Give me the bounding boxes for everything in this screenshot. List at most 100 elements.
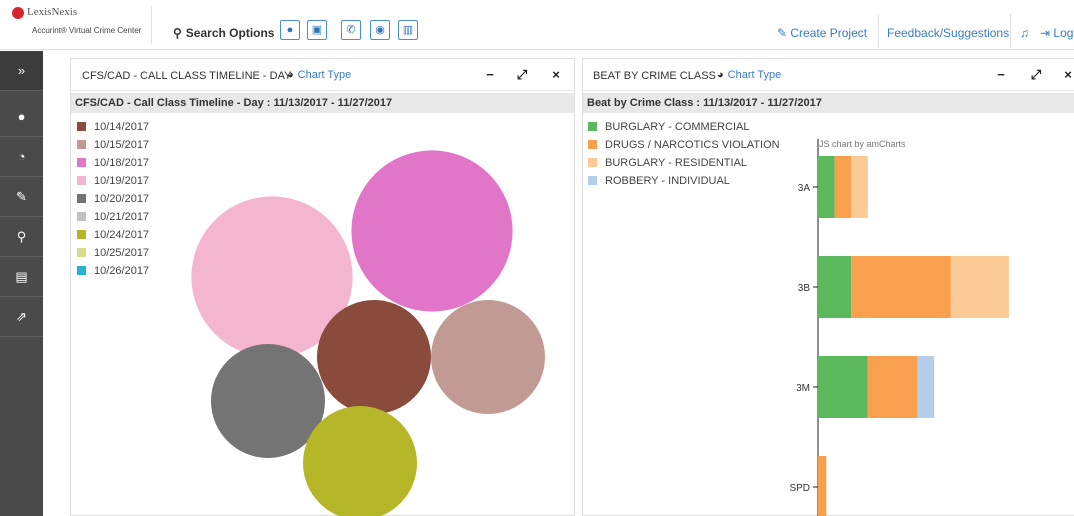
legend-label: 10/19/2017 (94, 175, 150, 187)
create-project-label: Create Project (790, 26, 868, 40)
panel-subtitle: CFS/CAD - Call Class Timeline - Day : 11… (71, 93, 574, 113)
legend-label: 10/15/2017 (94, 139, 150, 151)
legend-label: ROBBERY - INDIVIDUAL (605, 175, 730, 187)
bar-segment[interactable] (818, 356, 868, 418)
create-project-link[interactable]: ✎ Create Project (777, 26, 867, 40)
legend-swatch (77, 122, 86, 131)
bubble-10-15-2017[interactable] (431, 300, 545, 414)
bar-segment[interactable] (818, 256, 852, 318)
close-icon[interactable]: × (549, 67, 563, 82)
legend-item[interactable]: 10/19/2017 (77, 175, 149, 193)
legend-item[interactable]: 10/18/2017 (77, 157, 149, 175)
search-icon: ⚲ (173, 26, 182, 40)
panel-header: CFS/CAD - CALL CLASS TIMELINE - DAY ◕ Cha… (71, 59, 574, 91)
top-bar: LexisNexis Accurint® Virtual Crime Cente… (0, 0, 1074, 50)
bubble-10-24-2017[interactable] (303, 406, 417, 516)
y-tick-label: SPD (789, 483, 810, 494)
legend-swatch (77, 158, 86, 167)
legend-swatch (588, 176, 597, 185)
chart-type-button[interactable]: ◕ Chart Type (287, 69, 351, 81)
legend-label: 10/21/2017 (94, 211, 150, 223)
person-search-icon[interactable]: ● (280, 20, 300, 40)
legend-swatch (77, 140, 86, 149)
bubble-10-14-2017[interactable] (317, 300, 431, 414)
minimize-icon[interactable]: − (483, 67, 497, 82)
legend-swatch (77, 248, 86, 257)
edit-icon[interactable]: ✎ (0, 177, 43, 217)
legend-label: 10/24/2017 (94, 229, 150, 241)
minimize-icon[interactable]: − (994, 67, 1008, 82)
call-class-timeline-panel: CFS/CAD - CALL CLASS TIMELINE - DAY ◕ Cha… (70, 58, 575, 516)
legend-swatch (77, 212, 86, 221)
close-icon[interactable]: × (1061, 67, 1074, 82)
bubble-10-20-2017[interactable] (211, 344, 325, 458)
logo-mark-icon (12, 7, 24, 19)
legend-swatch (588, 158, 597, 167)
logout-label: Log (1053, 26, 1074, 40)
person-icon[interactable]: ● (0, 97, 43, 137)
expand-icon[interactable]: ⤢ (1029, 67, 1043, 83)
legend-item[interactable]: 10/20/2017 (77, 193, 149, 211)
bar-segment[interactable] (818, 156, 835, 218)
logout-icon: ⇥ (1040, 26, 1054, 40)
search-icon[interactable]: ⚲ (0, 217, 43, 257)
external-link-icon[interactable]: ⇗ (0, 297, 43, 337)
bar-segment[interactable] (851, 156, 868, 218)
legend-item[interactable]: 10/14/2017 (77, 121, 149, 139)
dashboard-icon[interactable]: ◔ (0, 137, 43, 177)
divider (878, 14, 879, 48)
phone-search-icon[interactable]: ✆ (341, 20, 361, 40)
bubble-10-19-2017[interactable] (191, 196, 353, 358)
app-logo[interactable]: LexisNexis Accurint® Virtual Crime Cente… (10, 6, 152, 44)
badge-search-icon[interactable]: ◉ (370, 20, 390, 40)
panel-subtitle: Beat by Crime Class : 11/13/2017 - 11/27… (583, 93, 1074, 113)
legend-item[interactable]: ROBBERY - INDIVIDUAL (588, 175, 780, 193)
bar-segment[interactable] (851, 256, 951, 318)
chart-type-button[interactable]: ◕ Chart Type (717, 69, 781, 81)
legend-item[interactable]: BURGLARY - RESIDENTIAL (588, 157, 780, 175)
edit-icon: ✎ (777, 26, 791, 40)
logout-link[interactable]: ⇥ Log (1040, 26, 1073, 40)
bar-segment[interactable] (950, 256, 1009, 318)
bar-segment[interactable] (818, 456, 827, 516)
legend-label: 10/26/2017 (94, 265, 150, 277)
search-options-button[interactable]: ⚲ Search Options (173, 26, 274, 40)
legend-swatch (588, 140, 597, 149)
legend-label: DRUGS / NARCOTICS VIOLATION (605, 139, 780, 151)
legend-item[interactable]: 10/26/2017 (77, 265, 149, 283)
bar-segment[interactable] (917, 356, 935, 418)
expand-icon[interactable]: » (0, 51, 43, 91)
legend-item[interactable]: 10/21/2017 (77, 211, 149, 229)
divider (1010, 14, 1011, 48)
bubble-10-18-2017[interactable] (351, 150, 513, 312)
vehicle-search-icon[interactable]: ▣ (307, 20, 327, 40)
document-icon[interactable]: ▤ (0, 257, 43, 297)
panel-title: BEAT BY CRIME CLASS (593, 70, 716, 82)
logo-brand-text: LexisNexis (27, 6, 78, 18)
logo-product-text: Accurint® Virtual Crime Center (32, 26, 142, 35)
legend-label: 10/14/2017 (94, 121, 150, 133)
legend-label: 10/25/2017 (94, 247, 150, 259)
expand-icon[interactable]: ⤢ (515, 67, 529, 83)
legend-item[interactable]: DRUGS / NARCOTICS VIOLATION (588, 139, 780, 157)
panel-header: BEAT BY CRIME CLASS ◕ Chart Type − ⤢ × (583, 59, 1074, 91)
chart-type-label: Chart Type (297, 69, 352, 81)
legend-item[interactable]: 10/24/2017 (77, 229, 149, 247)
legend-item[interactable]: 10/15/2017 (77, 139, 149, 157)
bar-segment[interactable] (867, 356, 918, 418)
legend-item[interactable]: 10/25/2017 (77, 247, 149, 265)
legend-item[interactable]: BURGLARY - COMMERCIAL (588, 121, 780, 139)
y-tick-label: 3B (798, 283, 811, 294)
building-search-icon[interactable]: ▥ (398, 20, 418, 40)
pie-chart-icon: ◕ (717, 69, 724, 81)
feedback-link[interactable]: Feedback/Suggestions (887, 26, 1009, 40)
legend-swatch (588, 122, 597, 131)
notifications-icon[interactable]: ♫ (1020, 26, 1029, 40)
chart-legend: 10/14/2017 10/15/2017 10/18/2017 10/19/2017… (77, 121, 149, 283)
bar-segment[interactable] (834, 156, 852, 218)
legend-label: BURGLARY - RESIDENTIAL (605, 157, 748, 169)
panel-title: CFS/CAD - CALL CLASS TIMELINE - DAY (82, 70, 292, 82)
legend-swatch (77, 230, 86, 239)
chart-credit[interactable]: JS chart by amCharts (819, 139, 906, 149)
pie-chart-icon: ◕ (287, 69, 294, 81)
